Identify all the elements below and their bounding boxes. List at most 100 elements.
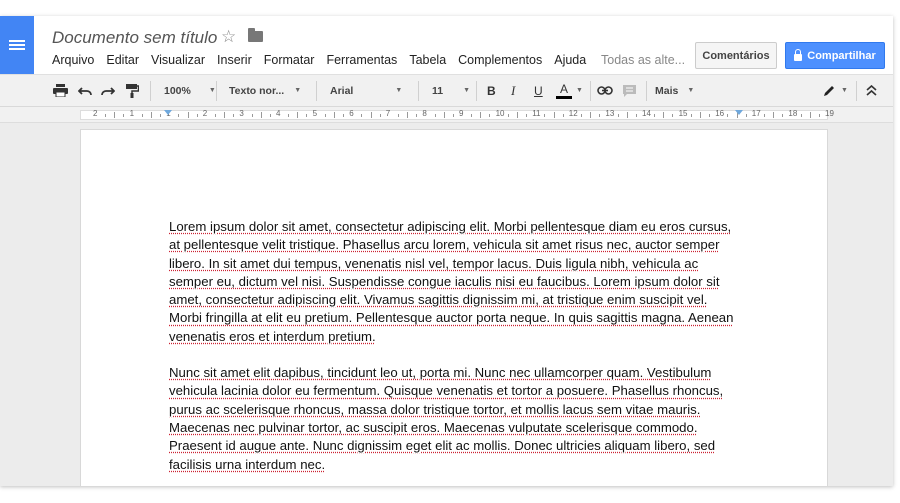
ruler-label: 13 bbox=[605, 109, 615, 118]
more-dropdown[interactable]: Mais ▼ bbox=[655, 75, 694, 106]
chevron-down-icon: ▼ bbox=[208, 87, 216, 94]
ruler-tick bbox=[516, 112, 518, 118]
more-label: Mais bbox=[655, 84, 679, 97]
paragraph[interactable]: Nunc sit amet elit dapibus, tincidunt le… bbox=[169, 364, 741, 474]
ruler-label: 8 bbox=[422, 109, 427, 118]
ruler-tick bbox=[260, 112, 262, 118]
chevron-down-icon: ▼ bbox=[576, 87, 583, 94]
toolbar-separator bbox=[316, 81, 317, 101]
ruler-label: 2 bbox=[202, 109, 208, 118]
ruler-tick bbox=[480, 112, 482, 118]
menu-inserir[interactable]: Inserir bbox=[217, 53, 252, 67]
text-color-swatch bbox=[556, 95, 572, 99]
bold-button[interactable]: B bbox=[487, 75, 496, 106]
font-value: Arial bbox=[330, 84, 354, 97]
italic-label: I bbox=[511, 82, 516, 98]
menu-visualizar[interactable]: Visualizar bbox=[151, 53, 205, 67]
menu-ajuda[interactable]: Ajuda bbox=[554, 53, 586, 67]
ruler-tick bbox=[150, 112, 152, 118]
left-indent-marker[interactable] bbox=[164, 110, 172, 115]
ruler-tick bbox=[379, 114, 381, 117]
save-status-link[interactable]: Todas as alte... bbox=[601, 53, 685, 67]
menu-formatar[interactable]: Formatar bbox=[264, 53, 315, 67]
menu-complementos[interactable]: Complementos bbox=[458, 53, 542, 67]
paragraph[interactable]: Lorem ipsum dolor sit amet, consectetur … bbox=[169, 218, 741, 346]
text-color-button[interactable]: A bbox=[556, 75, 572, 106]
ruler-tick bbox=[773, 112, 775, 118]
ruler-tick bbox=[187, 112, 189, 118]
ruler-tick bbox=[544, 114, 546, 117]
ruler-tick bbox=[590, 112, 592, 118]
toolbar-separator bbox=[150, 81, 151, 101]
share-button-label: Compartilhar bbox=[807, 49, 876, 62]
zoom-dropdown[interactable]: 100% ▼ bbox=[164, 75, 216, 106]
menu-ferramentas[interactable]: Ferramentas bbox=[326, 53, 397, 67]
ruler-tick bbox=[599, 114, 601, 117]
ruler[interactable]: 2 1 1 2 3 4 5 6 7 8 9 10 11 12 13 14 15 16 17 18 19 bbox=[0, 107, 893, 123]
folder-icon[interactable] bbox=[248, 28, 263, 42]
menu-editar[interactable]: Editar bbox=[106, 53, 139, 67]
ruler-tick bbox=[114, 112, 116, 118]
ruler-label: 4 bbox=[276, 109, 281, 118]
star-icon[interactable]: ☆ bbox=[221, 27, 236, 47]
comment-icon[interactable] bbox=[622, 75, 637, 106]
font-dropdown[interactable]: Arial ▼ bbox=[330, 75, 402, 106]
text-color-dropdown[interactable]: ▼ bbox=[576, 75, 583, 106]
menu-bar: Arquivo Editar Visualizar Inserir Format… bbox=[52, 53, 598, 67]
ruler-tick bbox=[800, 114, 802, 117]
app-header: Documento sem título ☆ Arquivo Editar Vi… bbox=[0, 16, 893, 74]
font-size-value: 11 bbox=[432, 84, 444, 97]
ruler-tick bbox=[370, 112, 372, 118]
right-indent-marker[interactable] bbox=[735, 110, 743, 115]
ruler-tick bbox=[160, 114, 162, 117]
editing-mode-pencil-icon[interactable]: ▼ bbox=[822, 75, 848, 106]
ruler-label: 17 bbox=[751, 109, 761, 118]
italic-button[interactable]: I bbox=[511, 75, 515, 106]
ruler-tick bbox=[141, 114, 143, 117]
menu-tabela[interactable]: Tabela bbox=[409, 53, 446, 67]
ruler-label: 11 bbox=[532, 109, 541, 118]
collapse-menus-icon[interactable] bbox=[866, 75, 877, 106]
redo-icon[interactable] bbox=[101, 75, 115, 106]
chevron-down-icon: ▼ bbox=[841, 87, 848, 94]
toolbar: 100% ▼ Texto nor... ▼ Arial ▼ 11 ▼ B I U bbox=[0, 74, 893, 107]
ruler-tick bbox=[745, 114, 747, 117]
chevron-down-icon: ▼ bbox=[463, 87, 471, 94]
undo-icon[interactable] bbox=[78, 75, 92, 106]
ruler-tick bbox=[434, 114, 436, 117]
ruler-tick bbox=[416, 114, 418, 117]
paint-format-icon[interactable] bbox=[126, 75, 139, 106]
ruler-tick bbox=[324, 114, 326, 117]
ruler-tick bbox=[306, 114, 308, 117]
comments-button[interactable]: Comentários bbox=[695, 42, 777, 69]
document-body[interactable]: Lorem ipsum dolor sit amet, consectetur … bbox=[169, 218, 741, 486]
style-dropdown[interactable]: Texto nor... ▼ bbox=[229, 75, 301, 106]
share-button[interactable]: Compartilhar bbox=[785, 42, 885, 69]
ruler-tick bbox=[727, 114, 729, 117]
menu-arquivo[interactable]: Arquivo bbox=[52, 53, 94, 67]
ruler-tick bbox=[709, 114, 711, 117]
underline-button[interactable]: U bbox=[534, 75, 543, 106]
link-icon[interactable] bbox=[597, 75, 613, 106]
ruler-tick bbox=[361, 114, 363, 117]
ruler-label: 10 bbox=[495, 109, 505, 118]
ruler-label: 5 bbox=[312, 109, 318, 118]
ruler-tick bbox=[635, 114, 637, 117]
document-title[interactable]: Documento sem título bbox=[52, 28, 217, 48]
ruler-tick bbox=[626, 112, 628, 118]
ruler-label: 16 bbox=[715, 109, 725, 118]
ruler-tick bbox=[526, 114, 528, 117]
document-canvas: Lorem ipsum dolor sit amet, consectetur … bbox=[0, 123, 893, 486]
font-size-dropdown[interactable]: 11 ▼ bbox=[432, 75, 470, 106]
lock-icon bbox=[794, 48, 803, 61]
ruler-tick bbox=[818, 114, 820, 117]
toolbar-separator bbox=[418, 81, 419, 101]
ruler-tick bbox=[297, 112, 299, 118]
print-icon[interactable] bbox=[53, 75, 68, 106]
docs-home-icon[interactable] bbox=[0, 16, 34, 74]
ruler-tick bbox=[224, 112, 226, 118]
ruler-tick bbox=[123, 114, 125, 117]
underline-label: U bbox=[534, 83, 543, 98]
toolbar-separator bbox=[646, 81, 647, 101]
document-page[interactable]: Lorem ipsum dolor sit amet, consectetur … bbox=[80, 129, 828, 486]
